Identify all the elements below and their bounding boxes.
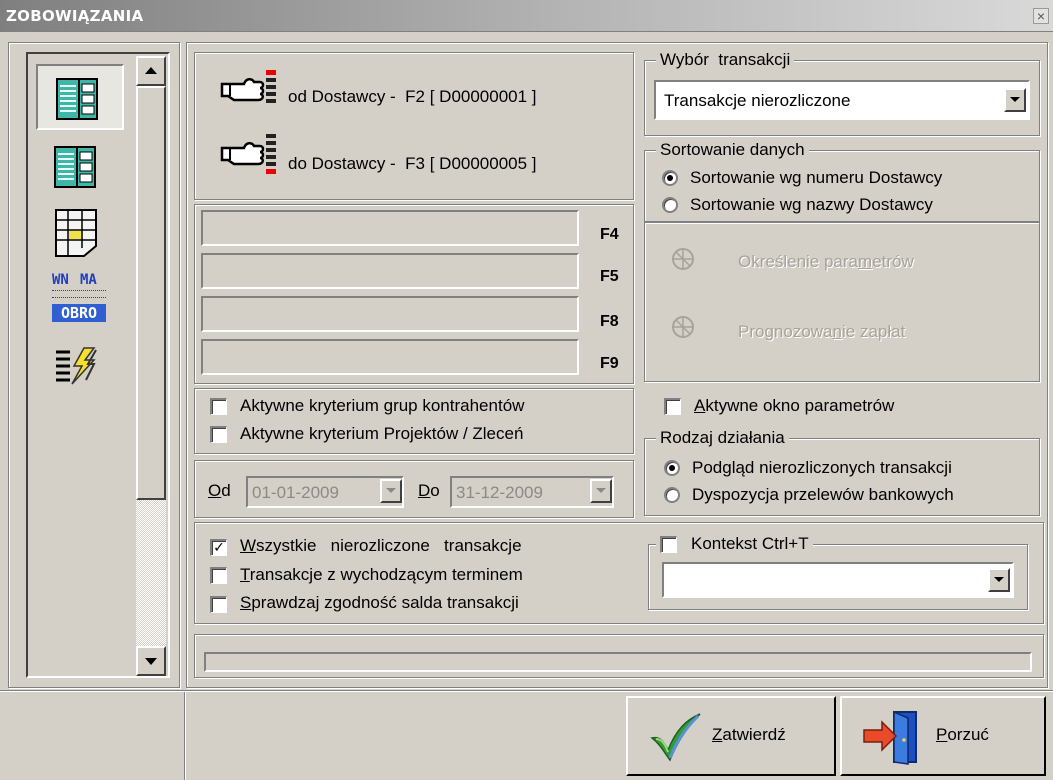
list-grid-icon[interactable] [56,78,98,125]
context-label[interactable]: Kontekst Ctrl+T [691,534,809,554]
from-supplier-text: od Dostawcy - [288,87,396,106]
sort-by-name-radio[interactable] [662,197,678,213]
filter-field-f4[interactable] [201,210,579,246]
all-transactions-label[interactable]: Wszystkie nierozliczone transakcje [240,536,522,556]
lines-lightning-icon[interactable] [54,346,100,391]
to-supplier-text: do Dostawcy - [288,154,396,173]
date-to-dropdown[interactable] [590,479,612,503]
chevron-down-icon [596,488,606,493]
context-combobox[interactable] [662,562,1014,598]
active-params-window-label[interactable]: Aktywne okno parametrów [694,396,894,416]
context-group-header: Kontekst Ctrl+T [656,534,813,554]
title-bar: ZOBOWIĄZANIA × [0,0,1053,32]
hand-pointer-icon[interactable] [220,134,282,189]
scroll-thumb[interactable] [136,86,166,500]
expiring-transactions-label[interactable]: Transakcje z wychodzącym terminem [240,565,523,585]
parameters-panel [644,222,1040,382]
context-checkbox[interactable] [660,535,677,553]
sort-by-name-label[interactable]: Sortowanie wg nazwy Dostawcy [690,195,933,215]
active-params-window-checkbox[interactable] [664,398,681,415]
transaction-type-value: Transakcje nierozliczone [664,91,851,110]
date-to-value: 31-12-2009 [456,483,543,502]
transaction-type-dropdown[interactable] [1004,88,1026,112]
date-to-label: Do [418,481,440,500]
from-supplier-key[interactable]: F2 [ D00000001 ] [405,87,536,106]
obro-grid-decoration [52,290,106,298]
list-grid-icon[interactable] [54,146,96,193]
transaction-type-select[interactable]: Transakcje nierozliczone [654,80,1030,120]
wn-label: WN [52,272,69,288]
sidebar-scrollbar[interactable] [136,56,166,676]
groups-criterion-label[interactable]: Aktywne kryterium grup kontrahentów [240,396,524,416]
bank-transfers-radio[interactable] [664,487,680,503]
check-balance-checkbox[interactable] [210,596,227,613]
chevron-down-icon [386,488,396,493]
expiring-transactions-checkbox[interactable] [210,567,227,584]
bank-transfers-label[interactable]: Dyspozycja przelewów bankowych [692,485,954,505]
confirm-label: Zatwierdź [712,725,786,744]
action-type-header: Rodzaj działania [656,428,789,448]
arrow-up-icon [145,67,157,74]
chevron-down-icon [994,577,1004,582]
filter-field-f8[interactable] [201,296,579,332]
forecast-payments-button[interactable]: Prognozowanie zapłat [738,322,905,342]
from-supplier-label: od Dostawcy - F2 [ D00000001 ] [288,87,537,107]
wn-ma-obro-icon[interactable]: WN MA OBRO [50,272,108,330]
forecast-payments-icon[interactable] [670,314,696,345]
date-to-field[interactable]: 31-12-2009 [450,476,614,508]
preview-transactions-radio[interactable] [664,460,680,476]
cancel-button[interactable]: Porzuć [840,696,1046,776]
filter-key-f8: F8 [600,313,619,330]
bottom-left-divider [184,692,186,780]
scroll-down-button[interactable] [136,646,166,676]
scroll-up-button[interactable] [136,56,166,86]
hand-pointer-icon[interactable] [220,70,282,121]
filter-field-f5[interactable] [201,253,579,289]
close-button[interactable]: × [1033,8,1049,24]
confirm-button[interactable]: Zatwierdź [626,696,836,776]
exit-door-icon [862,708,922,771]
bottom-divider [0,690,1053,692]
sort-by-number-radio[interactable] [662,170,678,186]
window-title: ZOBOWIĄZANIA [6,7,144,25]
date-from-label: Od [208,481,231,500]
all-transactions-checkbox[interactable]: ✓ [210,539,227,556]
obro-label: OBRO [52,304,106,322]
chevron-down-icon [1010,97,1020,102]
groups-criterion-checkbox[interactable] [210,398,227,415]
date-from-value: 01-01-2009 [252,483,339,502]
progress-bar [204,652,1032,672]
projects-criterion-label[interactable]: Aktywne kryterium Projektów / Zleceń [240,424,523,444]
to-supplier-key[interactable]: F3 [ D00000005 ] [405,154,536,173]
check-balance-label[interactable]: Sprawdzaj zgodność salda transakcji [240,593,519,613]
date-from-dropdown[interactable] [380,479,402,503]
cancel-label: Porzuć [936,725,989,744]
date-from-field[interactable]: 01-01-2009 [246,476,404,508]
arrow-down-icon [145,658,157,665]
document-table-icon[interactable] [54,208,98,263]
sorting-header: Sortowanie danych [656,140,809,160]
checkmark-icon [648,712,702,767]
to-supplier-label: do Dostawcy - F3 [ D00000005 ] [288,154,537,174]
ma-label: MA [80,272,97,288]
projects-criterion-checkbox[interactable] [210,426,227,443]
filter-key-f4: F4 [600,226,619,243]
define-parameters-icon[interactable] [670,246,696,277]
filter-key-f9: F9 [600,355,619,372]
filter-field-f9[interactable] [201,339,579,375]
preview-transactions-label[interactable]: Podgląd nierozliczonych transakcji [692,458,952,478]
context-dropdown-button[interactable] [988,568,1010,592]
filter-key-f5: F5 [600,268,619,285]
transaction-choice-header: Wybór transakcji [656,50,795,70]
sort-by-number-label[interactable]: Sortowanie wg numeru Dostawcy [690,168,942,188]
define-parameters-button[interactable]: Określenie parametrów [738,252,914,272]
